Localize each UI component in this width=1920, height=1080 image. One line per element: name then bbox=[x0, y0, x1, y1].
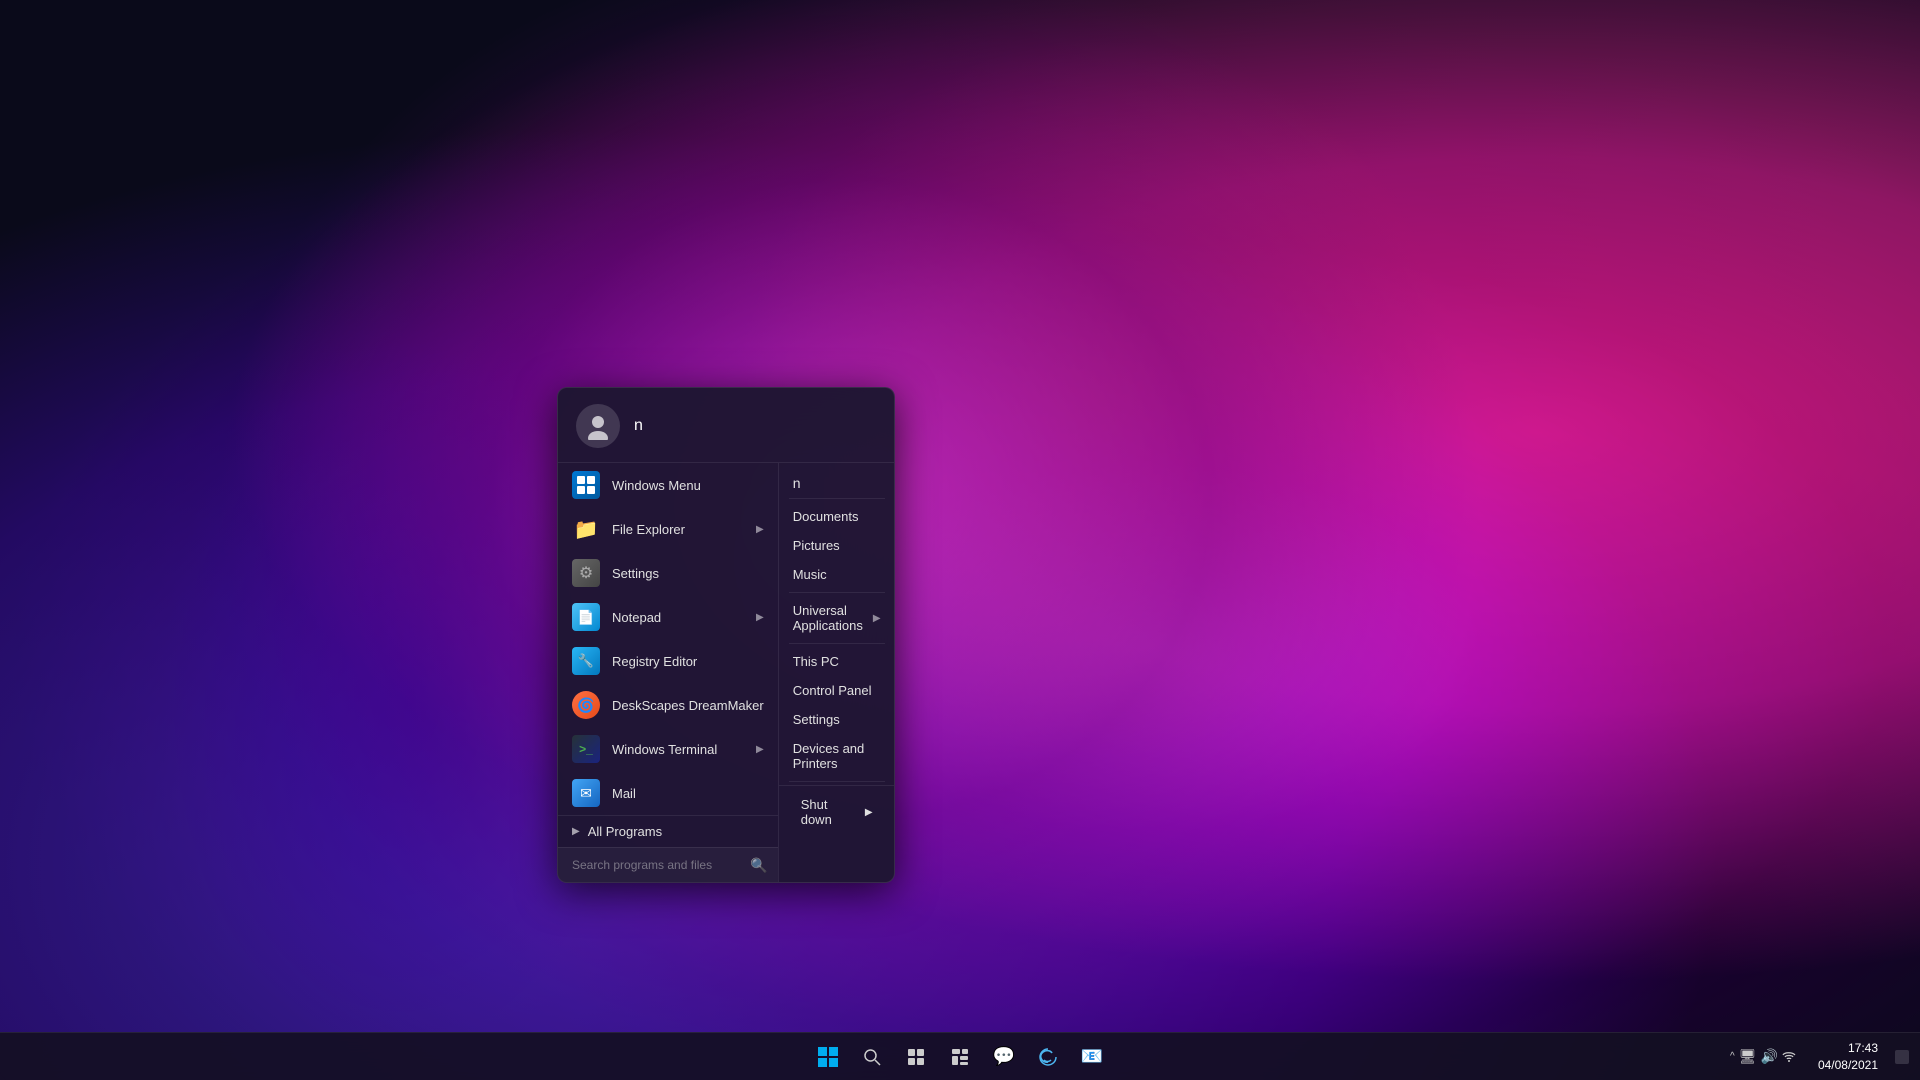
menu-item-notepad[interactable]: 📄 Notepad ▶ bbox=[558, 595, 778, 639]
file-explorer-icon: 📁 bbox=[572, 515, 600, 543]
places-separator-top bbox=[789, 498, 885, 499]
windows-terminal-arrow: ▶ bbox=[756, 744, 764, 755]
shutdown-label: Shut down bbox=[801, 797, 859, 827]
this-pc-label: This PC bbox=[793, 654, 839, 669]
tray-chevron[interactable]: ^ bbox=[1730, 1051, 1735, 1062]
menu-item-mail[interactable]: ✉ Mail bbox=[558, 771, 778, 815]
registry-editor-label: Registry Editor bbox=[612, 654, 764, 669]
taskbar-widgets-button[interactable] bbox=[940, 1037, 980, 1077]
places-separator-bottom bbox=[789, 781, 885, 782]
places-list: n Documents Pictures Music Universal App… bbox=[779, 463, 895, 882]
taskbar-mail-button[interactable]: 📧 bbox=[1072, 1037, 1112, 1077]
taskbar-teams-button[interactable]: 💬 bbox=[984, 1037, 1024, 1077]
file-explorer-arrow: ▶ bbox=[756, 524, 764, 535]
notepad-arrow: ▶ bbox=[756, 612, 764, 623]
place-item-documents[interactable]: Documents bbox=[779, 502, 895, 531]
taskbar-search-button[interactable] bbox=[852, 1037, 892, 1077]
place-item-music[interactable]: Music bbox=[779, 560, 895, 589]
settings-label: Settings bbox=[612, 566, 764, 581]
settings-place-label: Settings bbox=[793, 712, 840, 727]
tray-network-icon[interactable] bbox=[1782, 1048, 1796, 1065]
start-menu: n Windows Menu 📁 File Exp bbox=[557, 387, 895, 883]
documents-label: Documents bbox=[793, 509, 859, 524]
all-programs-label: All Programs bbox=[588, 824, 662, 839]
clock[interactable]: 17:43 04/08/2021 bbox=[1810, 1036, 1886, 1078]
desktop-overlay bbox=[0, 0, 1920, 1080]
place-item-pictures[interactable]: Pictures bbox=[779, 531, 895, 560]
taskbar-task-view-button[interactable] bbox=[896, 1037, 936, 1077]
user-name: n bbox=[634, 417, 643, 435]
tray-volume-icon[interactable]: 🔊 bbox=[1761, 1048, 1778, 1065]
search-bar: 🔍 bbox=[558, 847, 778, 882]
system-tray[interactable]: ^ 🖥 🔊 bbox=[1722, 1044, 1804, 1069]
places-separator-1 bbox=[789, 592, 885, 593]
pictures-label: Pictures bbox=[793, 538, 840, 553]
windows-menu-label: Windows Menu bbox=[612, 478, 764, 493]
place-item-control-panel[interactable]: Control Panel bbox=[779, 676, 895, 705]
mail-label: Mail bbox=[612, 786, 764, 801]
notepad-icon: 📄 bbox=[572, 603, 600, 631]
menu-item-file-explorer[interactable]: 📁 File Explorer ▶ bbox=[558, 507, 778, 551]
settings-icon: ⚙ bbox=[572, 559, 600, 587]
music-label: Music bbox=[793, 567, 827, 582]
all-programs-button[interactable]: ▶ All Programs bbox=[558, 815, 778, 847]
search-icon[interactable]: 🔍 bbox=[750, 857, 767, 874]
all-programs-arrow-icon: ▶ bbox=[572, 826, 580, 837]
notepad-label: Notepad bbox=[612, 610, 744, 625]
tray-monitor-icon: 🖥 bbox=[1739, 1048, 1757, 1065]
user-profile[interactable]: n bbox=[558, 388, 894, 463]
programs-list: Windows Menu 📁 File Explorer ▶ ⚙ Setting… bbox=[558, 463, 779, 882]
start-button[interactable] bbox=[808, 1037, 848, 1077]
menu-item-windows-terminal[interactable]: >_ Windows Terminal ▶ bbox=[558, 727, 778, 771]
shutdown-arrow-icon: ▶ bbox=[865, 807, 873, 818]
clock-date: 04/08/2021 bbox=[1818, 1057, 1878, 1074]
devices-printers-label: Devices and Printers bbox=[793, 741, 881, 771]
taskbar-center: 💬 📧 bbox=[808, 1037, 1112, 1077]
universal-applications-label: Universal Applications bbox=[793, 603, 863, 633]
avatar bbox=[576, 404, 620, 448]
registry-editor-icon: 🔧 bbox=[572, 647, 600, 675]
place-item-settings[interactable]: Settings bbox=[779, 705, 895, 734]
deskscapes-label: DeskScapes DreamMaker bbox=[612, 698, 764, 713]
menu-item-deskscapes[interactable]: 🌀 DeskScapes DreamMaker bbox=[558, 683, 778, 727]
places-separator-2 bbox=[789, 643, 885, 644]
control-panel-label: Control Panel bbox=[793, 683, 872, 698]
menu-item-registry-editor[interactable]: 🔧 Registry Editor bbox=[558, 639, 778, 683]
windows-terminal-label: Windows Terminal bbox=[612, 742, 744, 757]
taskbar-edge-button[interactable] bbox=[1028, 1037, 1068, 1077]
mail-icon: ✉ bbox=[572, 779, 600, 807]
place-item-this-pc[interactable]: This PC bbox=[779, 647, 895, 676]
places-header: n bbox=[779, 469, 895, 495]
taskbar-right: ^ 🖥 🔊 17:43 04/08/2021 bbox=[1722, 1036, 1912, 1078]
windows-menu-icon bbox=[572, 471, 600, 499]
taskbar: 💬 📧 ^ 🖥 🔊 bbox=[0, 1032, 1920, 1080]
place-item-devices-printers[interactable]: Devices and Printers bbox=[779, 734, 895, 778]
notification-button[interactable] bbox=[1892, 1037, 1912, 1077]
search-input[interactable] bbox=[568, 854, 742, 876]
shutdown-area: Shut down ▶ bbox=[779, 785, 895, 838]
menu-body: Windows Menu 📁 File Explorer ▶ ⚙ Setting… bbox=[558, 463, 894, 882]
shutdown-button[interactable]: Shut down ▶ bbox=[793, 792, 881, 832]
clock-time: 17:43 bbox=[1818, 1040, 1878, 1057]
file-explorer-label: File Explorer bbox=[612, 522, 744, 537]
deskscapes-icon: 🌀 bbox=[572, 691, 600, 719]
place-item-universal-applications[interactable]: Universal Applications ▶ bbox=[779, 596, 895, 640]
menu-item-settings[interactable]: ⚙ Settings bbox=[558, 551, 778, 595]
menu-item-windows-menu[interactable]: Windows Menu bbox=[558, 463, 778, 507]
universal-applications-arrow: ▶ bbox=[873, 613, 881, 624]
windows-terminal-icon: >_ bbox=[572, 735, 600, 763]
